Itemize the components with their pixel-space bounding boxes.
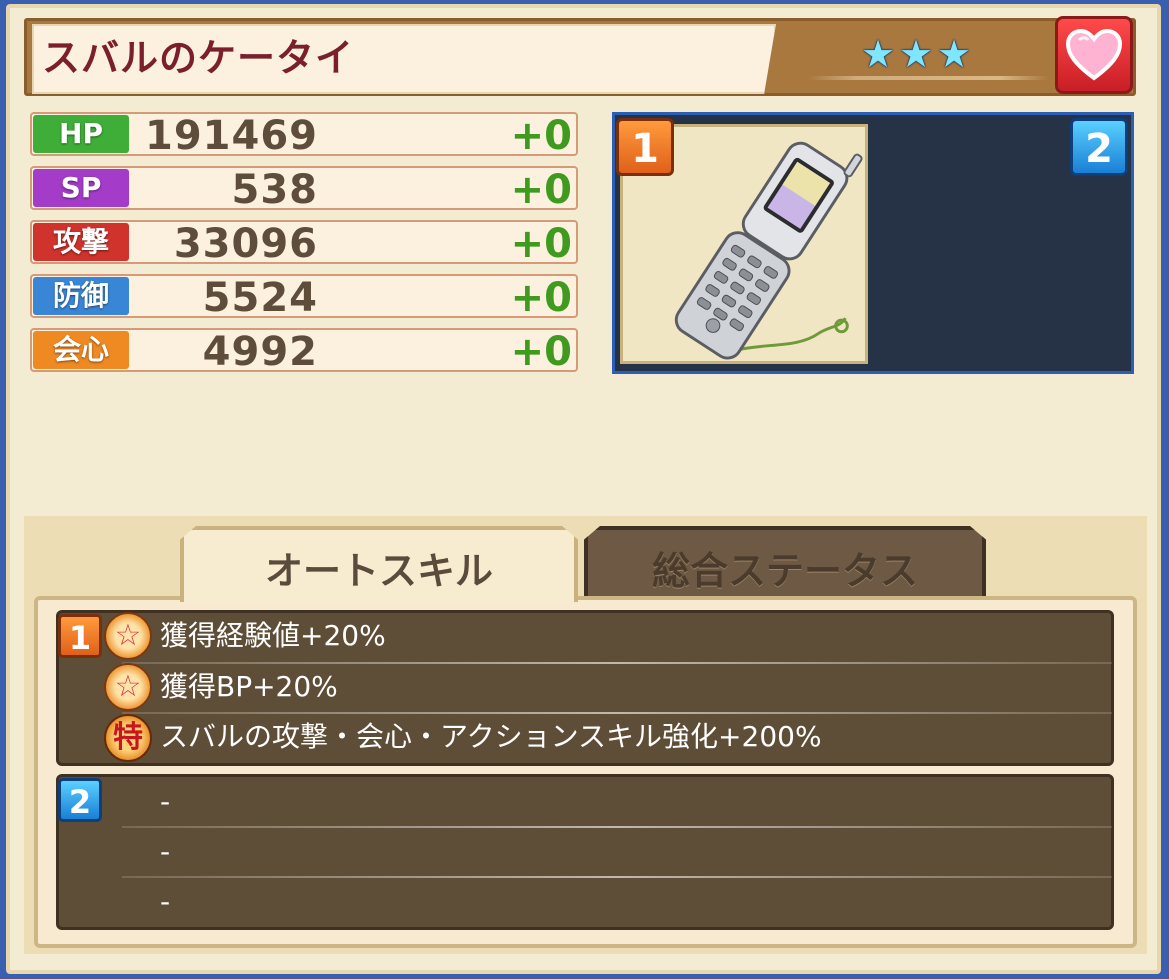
stat-value: 538 xyxy=(231,167,318,213)
special-medal-icon: 特 xyxy=(104,714,152,762)
divider xyxy=(122,876,1112,878)
star-icon: ★ xyxy=(936,32,972,76)
tab-auto-skill[interactable]: オートスキル xyxy=(180,526,578,602)
star-icon: ★ xyxy=(860,32,896,76)
stat-label: 防御 xyxy=(33,277,129,315)
skill-text: 獲得経験値+20% xyxy=(160,619,386,652)
skill-text: 獲得BP+20% xyxy=(160,670,338,703)
stat-row-defense: 防御 5524 +0 xyxy=(30,274,578,321)
stat-value: 4992 xyxy=(202,329,318,375)
star-medal-icon: ☆ xyxy=(104,612,152,660)
slot-1-number[interactable]: 1 xyxy=(616,118,674,176)
stat-row-hp: HP 191469 +0 xyxy=(30,112,578,159)
skill-empty: - xyxy=(160,835,171,868)
skill-group-2-number: 2 xyxy=(58,778,102,822)
favorite-button[interactable] xyxy=(1055,16,1133,94)
stat-label: 攻撃 xyxy=(33,223,129,261)
divider xyxy=(122,826,1112,828)
stat-bonus: +0 xyxy=(510,113,572,159)
divider xyxy=(122,712,1112,714)
star-medal-icon: ☆ xyxy=(104,663,152,711)
stat-label: HP xyxy=(33,115,129,153)
skill-empty: - xyxy=(160,885,171,918)
skill-text: スバルの攻撃・会心・アクションスキル強化+200% xyxy=(160,720,822,753)
tab-total-status[interactable]: 総合ステータス xyxy=(584,526,986,602)
rarity-stars: ★ ★ ★ xyxy=(860,32,972,80)
stat-label: SP xyxy=(33,169,129,207)
stat-value: 33096 xyxy=(173,221,318,267)
stat-bonus: +0 xyxy=(510,167,572,213)
slot-2-number[interactable]: 2 xyxy=(1070,118,1128,176)
stat-row-critical: 会心 4992 +0 xyxy=(30,328,578,375)
title-decoration xyxy=(808,76,1048,80)
skill-empty: - xyxy=(160,785,171,818)
item-name: スバルのケータイ xyxy=(42,36,355,80)
star-icon: ★ xyxy=(898,32,934,76)
skill-group-1-number: 1 xyxy=(58,614,102,658)
stat-value: 5524 xyxy=(202,275,318,321)
stat-row-sp: SP 538 +0 xyxy=(30,166,578,213)
stat-bonus: +0 xyxy=(510,221,572,267)
stat-bonus: +0 xyxy=(510,329,572,375)
heart-icon xyxy=(1065,28,1123,81)
stat-value: 191469 xyxy=(145,113,318,159)
stat-row-attack: 攻撃 33096 +0 xyxy=(30,220,578,267)
divider xyxy=(122,662,1112,664)
stat-label: 会心 xyxy=(33,331,129,369)
stat-bonus: +0 xyxy=(510,275,572,321)
skill-group-2 xyxy=(56,774,1114,930)
